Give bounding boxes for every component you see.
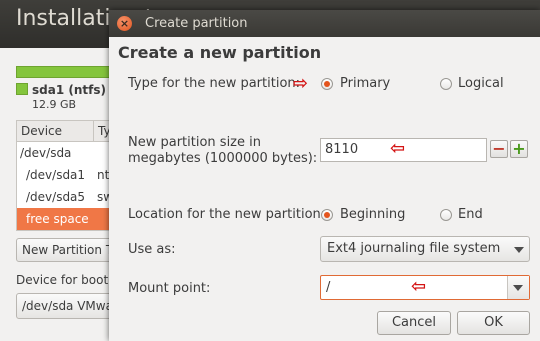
dialog-titlebar: × Create partition: [109, 10, 540, 37]
radio-beginning-label[interactable]: Beginning: [340, 207, 405, 222]
radio-logical[interactable]: [440, 78, 452, 90]
red-arrow-annotation: ⇨: [293, 73, 309, 94]
partition-size-value: 8110: [325, 142, 359, 157]
red-arrow-annotation: ⇦: [390, 138, 406, 159]
increase-size-button[interactable]: +: [510, 140, 528, 158]
use-as-value: Ext4 journaling file system: [327, 241, 501, 256]
location-label: Location for the new partition:: [128, 207, 326, 222]
row-device: /dev/sda1: [26, 168, 86, 182]
mount-point-label: Mount point:: [128, 281, 211, 296]
red-arrow-annotation: ⇦: [411, 276, 427, 297]
use-as-select[interactable]: Ext4 journaling file system: [320, 236, 530, 262]
ok-button[interactable]: OK: [457, 311, 530, 335]
chevron-down-icon: [513, 285, 523, 291]
radio-primary[interactable]: [321, 78, 333, 90]
radio-beginning[interactable]: [321, 209, 333, 221]
size-label-line1: New partition size in: [128, 135, 261, 150]
dialog-title: Create partition: [145, 16, 248, 31]
radio-end-label[interactable]: End: [458, 207, 483, 222]
mount-point-value: /: [326, 280, 331, 295]
header-device[interactable]: Device: [21, 121, 62, 141]
size-label-line2: megabytes (1000000 bytes):: [128, 151, 318, 166]
disk-usage-bar: [16, 66, 114, 78]
row-device: /dev/sda: [20, 146, 72, 160]
chevron-down-icon: [514, 247, 524, 253]
partition-legend: sda1 (ntfs): [16, 83, 106, 97]
decrease-size-button[interactable]: −: [490, 140, 508, 158]
partition-size: 12.9 GB: [32, 98, 77, 111]
dialog-heading: Create a new partition: [118, 43, 322, 62]
row-device: free space: [26, 212, 89, 226]
legend-swatch: [16, 83, 28, 95]
mount-point-dropdown-button[interactable]: [507, 276, 529, 299]
legend-label: sda1 (ntfs): [32, 83, 106, 97]
close-icon[interactable]: ×: [117, 16, 132, 31]
radio-primary-label[interactable]: Primary: [340, 76, 390, 91]
radio-logical-label[interactable]: Logical: [458, 76, 504, 91]
radio-end[interactable]: [440, 209, 452, 221]
create-partition-dialog: × Create partition Create a new partitio…: [109, 10, 540, 341]
type-label: Type for the new partition:: [128, 76, 301, 91]
use-as-label: Use as:: [128, 242, 176, 257]
cancel-button[interactable]: Cancel: [377, 311, 451, 335]
row-device: /dev/sda5: [26, 190, 86, 204]
